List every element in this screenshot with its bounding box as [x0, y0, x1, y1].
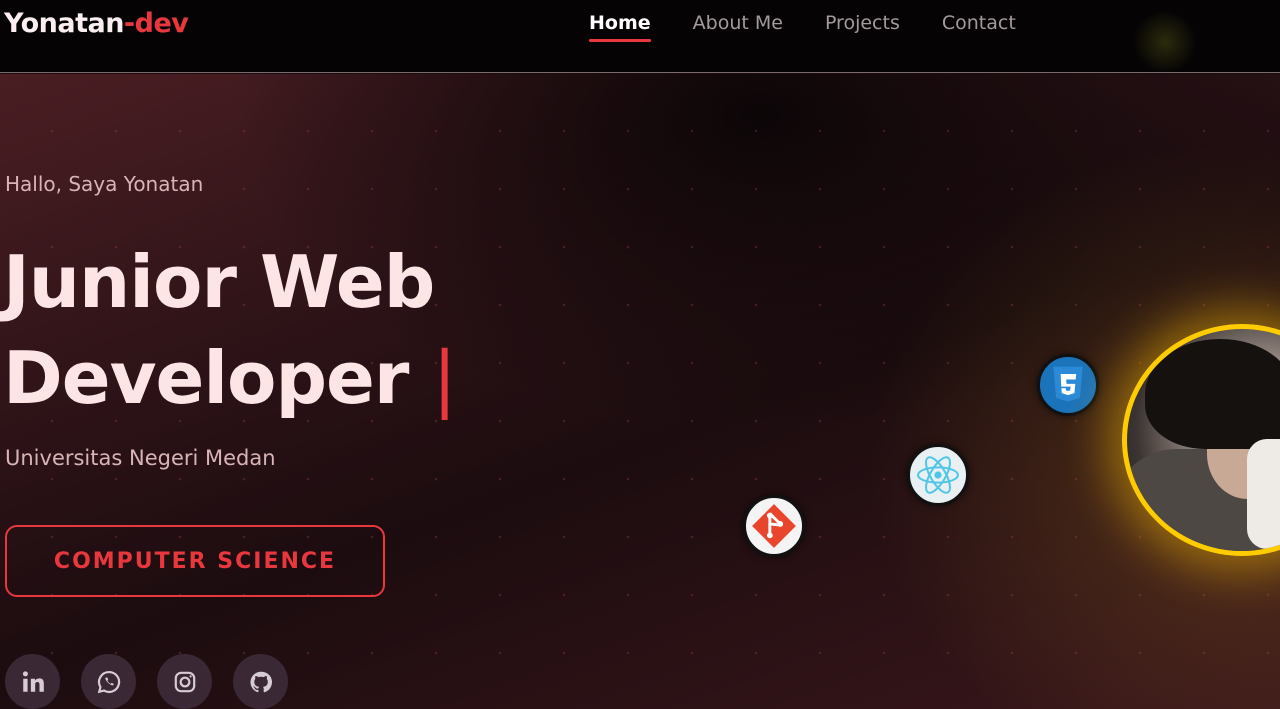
nav-links: Home About Me Projects Contact [589, 12, 1058, 42]
hero-section: Hallo, Saya Yonatan Junior Web Developer… [0, 74, 1280, 709]
typing-cursor: | [432, 336, 456, 420]
brand-name: Yonatan [4, 8, 124, 39]
nav-link-home[interactable]: Home [589, 12, 651, 42]
hero-headline: Junior Web Developer | [3, 234, 457, 426]
linkedin-icon [22, 670, 44, 692]
social-whatsapp[interactable] [81, 654, 136, 709]
nav-link-about[interactable]: About Me [693, 12, 783, 42]
computer-science-button[interactable]: COMPUTER SCIENCE [5, 525, 385, 597]
github-icon [249, 671, 272, 692]
social-linkedin[interactable] [5, 654, 60, 709]
css3-icon [1053, 366, 1083, 402]
tech-git [743, 495, 805, 557]
git-icon [752, 504, 796, 548]
social-instagram[interactable] [157, 654, 212, 709]
headline-line-1: Junior Web [3, 240, 435, 324]
hero-subtitle: Universitas Negeri Medan [5, 446, 276, 470]
social-links [5, 654, 309, 709]
headline-line-2: Developer | [3, 330, 457, 426]
navbar: Yonatan-dev Home About Me Projects Conta… [0, 0, 1280, 73]
nav-glow [1130, 12, 1200, 72]
headline-line-2-text: Developer [3, 336, 409, 420]
brand-logo[interactable]: Yonatan-dev [4, 8, 189, 39]
nav-link-projects[interactable]: Projects [825, 12, 900, 42]
react-icon [917, 456, 959, 494]
instagram-icon [174, 671, 195, 692]
brand-accent: -dev [123, 8, 189, 39]
social-github[interactable] [233, 654, 288, 709]
hero-greeting: Hallo, Saya Yonatan [5, 172, 204, 196]
nav-link-contact[interactable]: Contact [942, 12, 1016, 42]
whatsapp-icon [97, 670, 120, 693]
tech-css3 [1037, 354, 1099, 416]
tech-react [907, 444, 969, 506]
